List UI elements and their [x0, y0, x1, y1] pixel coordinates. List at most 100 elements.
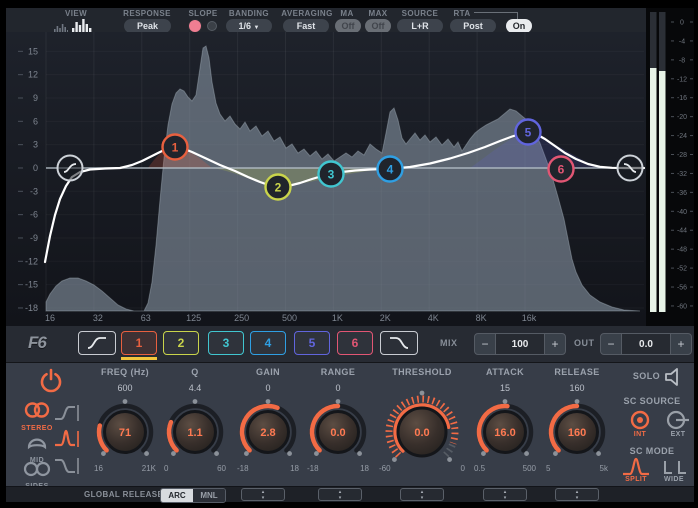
- x-axis-tick: 16: [45, 313, 55, 323]
- release-stepper[interactable]: ▴▾: [555, 488, 599, 501]
- gain-knob-max: 18: [290, 464, 299, 473]
- max-off-button[interactable]: Off: [365, 19, 391, 33]
- meter-scale-label: -16: [677, 95, 687, 102]
- meter-scale-label: -24: [677, 133, 687, 140]
- band-2-button[interactable]: 2: [163, 331, 199, 355]
- release-knob[interactable]: 160: [544, 399, 610, 465]
- solo-label: SOLO: [620, 371, 660, 381]
- meter-scale-label: -32: [677, 171, 687, 178]
- spectrum-view-filled-icon[interactable]: [72, 18, 92, 33]
- out-label: OUT: [574, 338, 595, 348]
- knob-value: 16.0: [494, 427, 515, 439]
- solo-speaker-icon[interactable]: [664, 368, 684, 386]
- q-knob-block: Q 4.4 1.1 0 60: [162, 367, 228, 483]
- rta-on-button[interactable]: On: [506, 19, 532, 33]
- sc-source-int-icon[interactable]: [628, 409, 652, 431]
- range-stepper[interactable]: ▴▾: [318, 488, 362, 501]
- filter-shape-shelf-low-button[interactable]: [52, 456, 80, 476]
- sc-source-ext-icon[interactable]: [666, 409, 692, 431]
- band-3-button[interactable]: 3: [208, 331, 244, 355]
- knob-value: 160: [568, 427, 586, 439]
- band-1-marker[interactable]: 1: [163, 135, 188, 160]
- knob-value: 1.1: [187, 427, 202, 439]
- response-peak-button[interactable]: Peak: [124, 19, 171, 33]
- eq-graph[interactable]: 1815129630-3-6-9-12-15-18163263125250500…: [6, 32, 646, 326]
- hpf-band-button[interactable]: [78, 331, 116, 355]
- gain-knob[interactable]: 2.8: [235, 399, 301, 465]
- rta-post-button[interactable]: Post: [450, 19, 496, 33]
- band-power-button[interactable]: [36, 367, 66, 397]
- meter-scale-label: -56: [677, 285, 687, 292]
- ma-off-button[interactable]: Off: [335, 19, 361, 33]
- out-plus-button[interactable]: +: [670, 333, 692, 355]
- threshold-stepper[interactable]: ▴▾: [400, 488, 444, 501]
- band-2-marker[interactable]: 2: [266, 175, 291, 200]
- band-5-marker[interactable]: 5: [516, 120, 541, 145]
- range-knob[interactable]: 0.0: [305, 399, 371, 465]
- lpf-band-button[interactable]: [380, 331, 418, 355]
- band-3-marker[interactable]: 3: [319, 162, 344, 187]
- out-value[interactable]: 0.0: [622, 333, 670, 355]
- meter-scale-label: -60: [677, 303, 687, 310]
- lowpass-curve-icon: [387, 334, 411, 350]
- source-lr-button[interactable]: L+R: [397, 19, 443, 33]
- x-axis-tick: 16k: [522, 313, 537, 323]
- freq-knob[interactable]: 71: [92, 399, 158, 465]
- svg-text:3: 3: [328, 168, 335, 182]
- x-axis-tick: 2K: [380, 313, 391, 323]
- meter-scale-label: -44: [677, 228, 687, 235]
- knob-value: 71: [119, 427, 131, 439]
- attack-stepper[interactable]: ▴▾: [483, 488, 527, 501]
- y-axis-tick: 3: [33, 140, 38, 150]
- sc-source-label: SC SOURCE: [612, 396, 692, 406]
- x-axis-tick: 63: [141, 313, 151, 323]
- x-axis-tick: 32: [93, 313, 103, 323]
- slope-dot[interactable]: [207, 21, 217, 31]
- band-6-marker[interactable]: 6: [549, 157, 574, 182]
- arc-button[interactable]: ARC: [161, 489, 193, 502]
- sc-mode-wide-icon[interactable]: [662, 459, 688, 475]
- freq-knob-label: FREQ (Hz): [92, 367, 158, 377]
- band-1-button[interactable]: 1: [121, 331, 157, 355]
- mix-minus-button[interactable]: −: [474, 333, 496, 355]
- sc-mode-label: SC MODE: [612, 446, 692, 456]
- gain-knob-block: GAIN 0 2.8 -18 18: [235, 367, 301, 483]
- meter-scale-label: -4: [679, 38, 685, 45]
- q-knob[interactable]: 1.1: [162, 399, 228, 465]
- band-4-marker[interactable]: 4: [378, 157, 403, 182]
- threshold-knob-label: THRESHOLD: [377, 367, 467, 377]
- banding-value: 1/6: [239, 21, 252, 31]
- out-minus-button[interactable]: −: [600, 333, 622, 355]
- gain-stepper[interactable]: ▴▾: [241, 488, 285, 501]
- meter-scale-label: -12: [677, 76, 687, 83]
- band-5-button[interactable]: 5: [294, 331, 330, 355]
- x-axis-tick: 4K: [428, 313, 439, 323]
- release-knob-block: RELEASE 160 160 5 5k: [544, 367, 610, 483]
- band-6-button[interactable]: 6: [337, 331, 373, 355]
- attack-knob[interactable]: 16.0: [472, 399, 538, 465]
- filter-shape-shelf-high-button[interactable]: [52, 403, 80, 423]
- y-axis-tick: -9: [30, 233, 38, 243]
- averaging-label: AVERAGING: [278, 9, 336, 18]
- slope-dot-selected[interactable]: [189, 20, 201, 32]
- lpf-handle[interactable]: [618, 156, 643, 181]
- mnl-button[interactable]: MNL: [193, 489, 225, 502]
- out-control: − 0.0 +: [600, 333, 692, 355]
- hpf-handle[interactable]: [58, 156, 83, 181]
- mix-value[interactable]: 100: [496, 333, 544, 355]
- averaging-fast-button[interactable]: Fast: [283, 19, 329, 33]
- filter-shape-bell-button[interactable]: [52, 429, 80, 449]
- x-axis-tick: 250: [234, 313, 249, 323]
- meter-scale-label: -8: [679, 57, 685, 64]
- banding-select[interactable]: 1/6 ▼: [226, 19, 272, 33]
- sc-mode-split-icon[interactable]: [620, 457, 652, 477]
- gain-knob-label: GAIN: [235, 367, 301, 377]
- q-knob-min: 0: [164, 464, 168, 473]
- arrow-down-icon: ▾: [421, 495, 424, 501]
- threshold-knob[interactable]: 0.0: [377, 389, 467, 475]
- band-selector-row: F6 1 2 3 4 5 6 MIX − 100 + OUT − 0.0 +: [6, 326, 694, 362]
- band-4-button[interactable]: 4: [250, 331, 286, 355]
- x-axis-tick: 1K: [332, 313, 343, 323]
- mix-plus-button[interactable]: +: [544, 333, 566, 355]
- y-axis-tick: 15: [28, 46, 38, 56]
